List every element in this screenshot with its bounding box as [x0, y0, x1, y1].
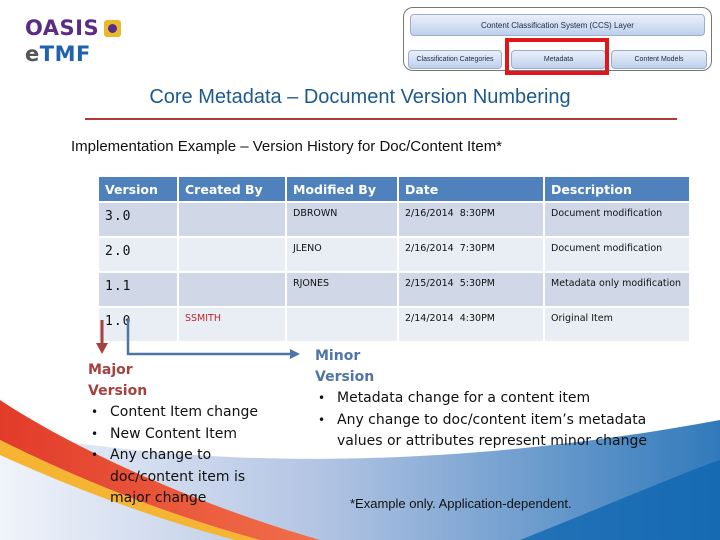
cell-date: 2/14/2014 4:30PM	[399, 308, 543, 341]
cell-date: 2/16/2014 8:30PM	[399, 203, 543, 236]
major-version-bullets: Content Item change New Content Item Any…	[88, 402, 270, 510]
minor-version-section: Minor Version Metadata change for a cont…	[315, 346, 675, 453]
oasis-wordmark: OASIS	[25, 16, 100, 40]
page-title: Core Metadata – Document Version Numberi…	[149, 86, 571, 108]
header-created-by: Created By	[179, 177, 285, 201]
minor-version-heading-line2: Version	[315, 369, 375, 385]
table-row: 2.0 JLENO 2/16/2014 7:30PM Document modi…	[99, 238, 689, 271]
header-version: Version	[99, 177, 177, 201]
ccs-diagram: Content Classification System (CCS) Laye…	[403, 7, 712, 75]
table-header-row: Version Created By Modified By Date Desc…	[99, 177, 689, 201]
major-version-heading-line2: Version	[88, 383, 148, 399]
cell-created-by: SSMITH	[179, 308, 285, 341]
cell-version: 1.0	[99, 308, 177, 341]
cell-created-by	[179, 203, 285, 236]
etmf-logo: eTMF	[25, 42, 121, 66]
cell-date: 2/15/2014 5:30PM	[399, 273, 543, 306]
cell-created-by	[179, 273, 285, 306]
major-version-heading-line1: Major	[88, 362, 133, 378]
etmf-wordmark: TMF	[39, 42, 91, 66]
oasis-logo: OASIS	[25, 16, 122, 40]
cell-description: Document modification	[545, 203, 689, 236]
cell-modified-by: JLENO	[287, 238, 397, 271]
cell-modified-by	[287, 308, 397, 341]
page-subtitle: Implementation Example – Version History…	[71, 138, 503, 155]
header-modified-by: Modified By	[287, 177, 397, 201]
oasis-mark-icon	[104, 19, 122, 37]
list-item: Any change to doc/content item’s metadat…	[315, 410, 675, 453]
classification-categories-box: Classification Categories	[408, 50, 502, 69]
cell-version: 2.0	[99, 238, 177, 271]
cell-modified-by: RJONES	[287, 273, 397, 306]
list-item: Content Item change	[88, 402, 270, 424]
cell-description: Original Item	[545, 308, 689, 341]
cell-created-by	[179, 238, 285, 271]
cell-version: 3.0	[99, 203, 177, 236]
ccs-layer-box: Content Classification System (CCS) Laye…	[410, 14, 705, 36]
table-row: 1.0 SSMITH 2/14/2014 4:30PM Original Ite…	[99, 308, 689, 341]
cell-description: Document modification	[545, 238, 689, 271]
header-description: Description	[545, 177, 689, 201]
list-item: Any change to doc/content item is major …	[88, 445, 270, 510]
cell-date: 2/16/2014 7:30PM	[399, 238, 543, 271]
minor-version-bullets: Metadata change for a content item Any c…	[315, 388, 675, 453]
footnote: *Example only. Application-dependent.	[350, 496, 572, 511]
content-models-box: Content Models	[611, 50, 707, 69]
table-row: 3.0 DBROWN 2/16/2014 8:30PM Document mod…	[99, 203, 689, 236]
etmf-prefix: e	[25, 42, 40, 66]
table-row: 1.1 RJONES 2/15/2014 5:30PM Metadata onl…	[99, 273, 689, 306]
oasis-etmf-logo: OASIS eTMF	[25, 16, 122, 66]
header-date: Date	[399, 177, 543, 201]
list-item: New Content Item	[88, 424, 270, 446]
list-item: Metadata change for a content item	[315, 388, 675, 410]
version-history-table: Version Created By Modified By Date Desc…	[97, 175, 691, 343]
metadata-highlight-frame	[505, 38, 609, 75]
cell-version: 1.1	[99, 273, 177, 306]
title-divider	[85, 118, 677, 120]
cell-modified-by: DBROWN	[287, 203, 397, 236]
minor-version-heading-line1: Minor	[315, 348, 361, 364]
major-version-section: Major Version Content Item change New Co…	[88, 360, 270, 510]
cell-description: Metadata only modification	[545, 273, 689, 306]
